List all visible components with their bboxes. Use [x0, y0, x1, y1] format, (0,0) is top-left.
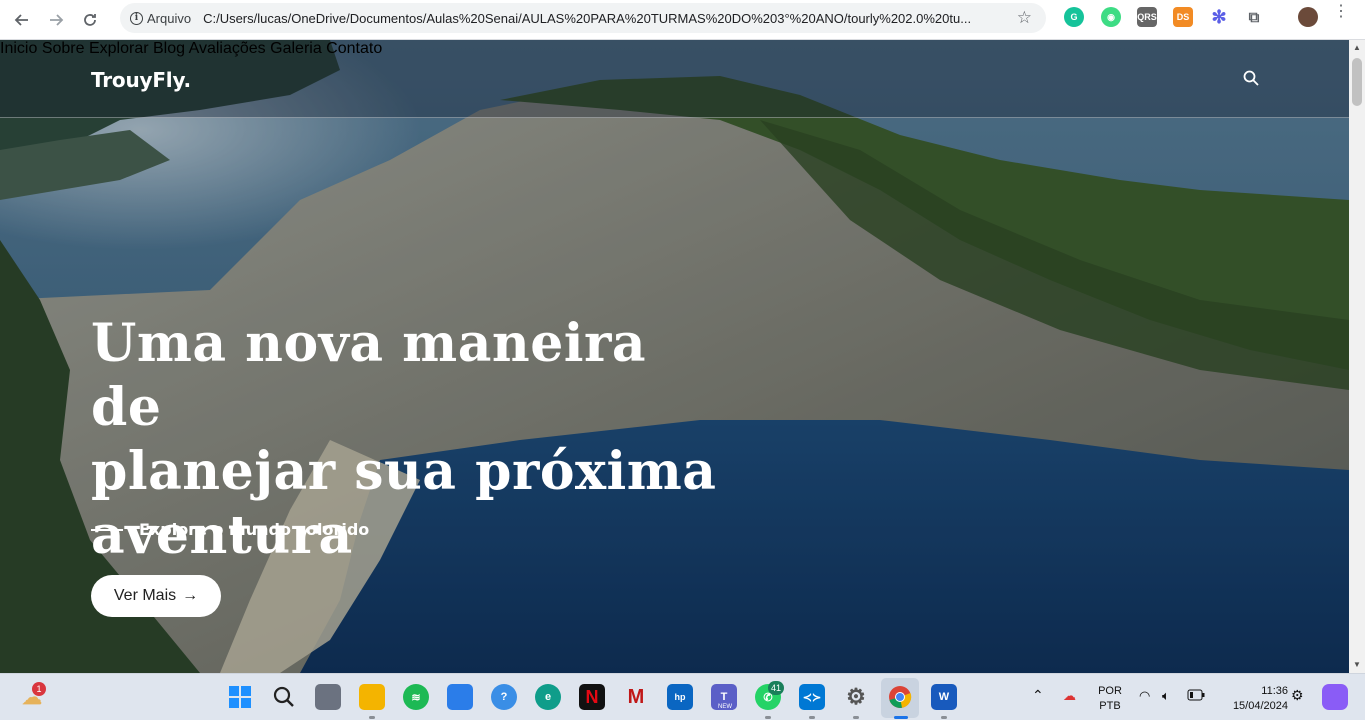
active-indicator — [894, 716, 908, 719]
android-icon[interactable]: ◉ — [1101, 7, 1121, 27]
running-indicator — [809, 716, 815, 719]
site-info-chip[interactable]: i Arquivo — [130, 11, 203, 26]
address-bar[interactable]: i Arquivo C:/Users/lucas/OneDrive/Docume… — [120, 3, 1046, 33]
qrs-icon[interactable]: QRS — [1137, 7, 1157, 27]
running-indicator — [369, 716, 375, 719]
headline-line-2: planejar sua próxima — [91, 441, 717, 502]
hp-icon[interactable]: hp — [667, 684, 693, 710]
language-indicator[interactable]: POR PTB — [1096, 684, 1124, 714]
windows-taskbar: ☁ 1 ≋ ? e N M hp T NEW ✆ 41 ≺≻ ⚙ W ⌃ ☁ P… — [0, 673, 1365, 720]
notification-icon[interactable]: ⚙ — [1291, 688, 1304, 703]
clock-time: 11:36 — [1261, 685, 1288, 697]
running-indicator — [765, 716, 771, 719]
arrow-right-icon: → — [182, 587, 199, 604]
word-icon[interactable]: W — [931, 684, 957, 710]
nav-explorar[interactable]: Explorar — [89, 40, 149, 57]
mcafee-icon[interactable]: M — [623, 684, 649, 710]
menu-kebab-icon[interactable]: ⋮ — [1333, 4, 1349, 20]
scroll-up-icon[interactable]: ▲ — [1353, 43, 1361, 52]
info-icon: i — [130, 11, 143, 25]
headline-line-1: Uma nova maneira de — [91, 313, 647, 438]
running-indicator — [853, 716, 859, 719]
chrome-icon[interactable] — [887, 684, 913, 710]
volume-muted-icon[interactable]: 🔈︎ — [1162, 688, 1170, 703]
brand-logo[interactable]: TrouyFly. — [91, 68, 191, 92]
browser-toolbar: i Arquivo C:/Users/lucas/OneDrive/Docume… — [0, 0, 1365, 40]
teams-new-label: NEW — [717, 704, 733, 710]
settings-icon[interactable]: ⚙ — [843, 684, 869, 710]
grammarly-icon[interactable]: G — [1064, 7, 1084, 27]
file-explorer-icon[interactable] — [359, 684, 385, 710]
whatsapp-badge: 41 — [768, 681, 785, 695]
site-chip-label: Arquivo — [147, 10, 192, 26]
edge-icon[interactable]: e — [535, 684, 561, 710]
windows-start-icon[interactable] — [227, 684, 253, 710]
copilot-icon[interactable] — [1322, 684, 1348, 710]
onedrive-error-icon[interactable]: ☁ — [1063, 688, 1076, 703]
battery-icon[interactable] — [1187, 689, 1205, 706]
subtitle-divider — [91, 528, 123, 531]
page-scrollbar[interactable]: ▲ ▼ — [1349, 40, 1365, 673]
nav-sobre[interactable]: Sobre — [42, 40, 85, 57]
search-icon[interactable] — [1243, 70, 1259, 86]
search-taskbar-icon[interactable] — [271, 684, 297, 710]
clock-date: 15/04/2024 — [1232, 700, 1288, 712]
back-icon[interactable] — [8, 6, 36, 34]
reload-icon[interactable] — [76, 6, 104, 34]
spotify-icon[interactable]: ≋ — [403, 684, 429, 710]
profile-avatar[interactable] — [1298, 7, 1318, 27]
running-indicator — [941, 716, 947, 719]
subtitle-text: Explore o mundo colorido — [139, 520, 370, 539]
chevron-up-icon[interactable]: ⌃ — [1032, 688, 1044, 703]
ver-mais-label: Ver Mais — [113, 587, 177, 604]
help-icon[interactable]: ? — [491, 684, 517, 710]
ds-icon[interactable]: DS — [1173, 7, 1193, 27]
web-page: TrouyFly. Inicio Sobre Explorar Blog Ava… — [0, 40, 1349, 673]
gear-flower-icon[interactable]: ✻ — [1209, 7, 1229, 27]
store-icon[interactable] — [447, 684, 473, 710]
clock[interactable]: 11:36 15/04/2024 — [1218, 684, 1288, 714]
bookmark-star-icon[interactable]: ☆ — [1017, 8, 1032, 28]
vscode-icon[interactable]: ≺≻ — [799, 684, 825, 710]
scrollbar-thumb[interactable] — [1352, 58, 1362, 106]
scroll-down-icon[interactable]: ▼ — [1353, 660, 1361, 669]
nav-galeria[interactable]: Galeria — [270, 40, 322, 57]
url-text[interactable]: C:/Users/lucas/OneDrive/Documentos/Aulas… — [203, 11, 1011, 26]
ver-mais-button[interactable]: Ver Mais → — [91, 575, 221, 617]
puzzle-icon[interactable]: ⧉ — [1244, 7, 1264, 27]
site-header: TrouyFly. Inicio Sobre Explorar Blog Ava… — [0, 40, 1349, 118]
nav-avaliacoes[interactable]: Avaliações — [189, 40, 266, 57]
weather-badge: 1 — [32, 682, 46, 696]
task-view-icon[interactable] — [315, 684, 341, 710]
nav-inicio[interactable]: Inicio — [0, 40, 37, 57]
netflix-icon[interactable]: N — [579, 684, 605, 710]
nav-contato[interactable]: Contato — [326, 40, 382, 57]
hero-subtitle: Explore o mundo colorido — [91, 520, 369, 539]
wifi-icon[interactable]: ◠ — [1139, 688, 1150, 703]
nav-blog[interactable]: Blog — [153, 40, 185, 57]
forward-icon[interactable] — [42, 6, 70, 34]
